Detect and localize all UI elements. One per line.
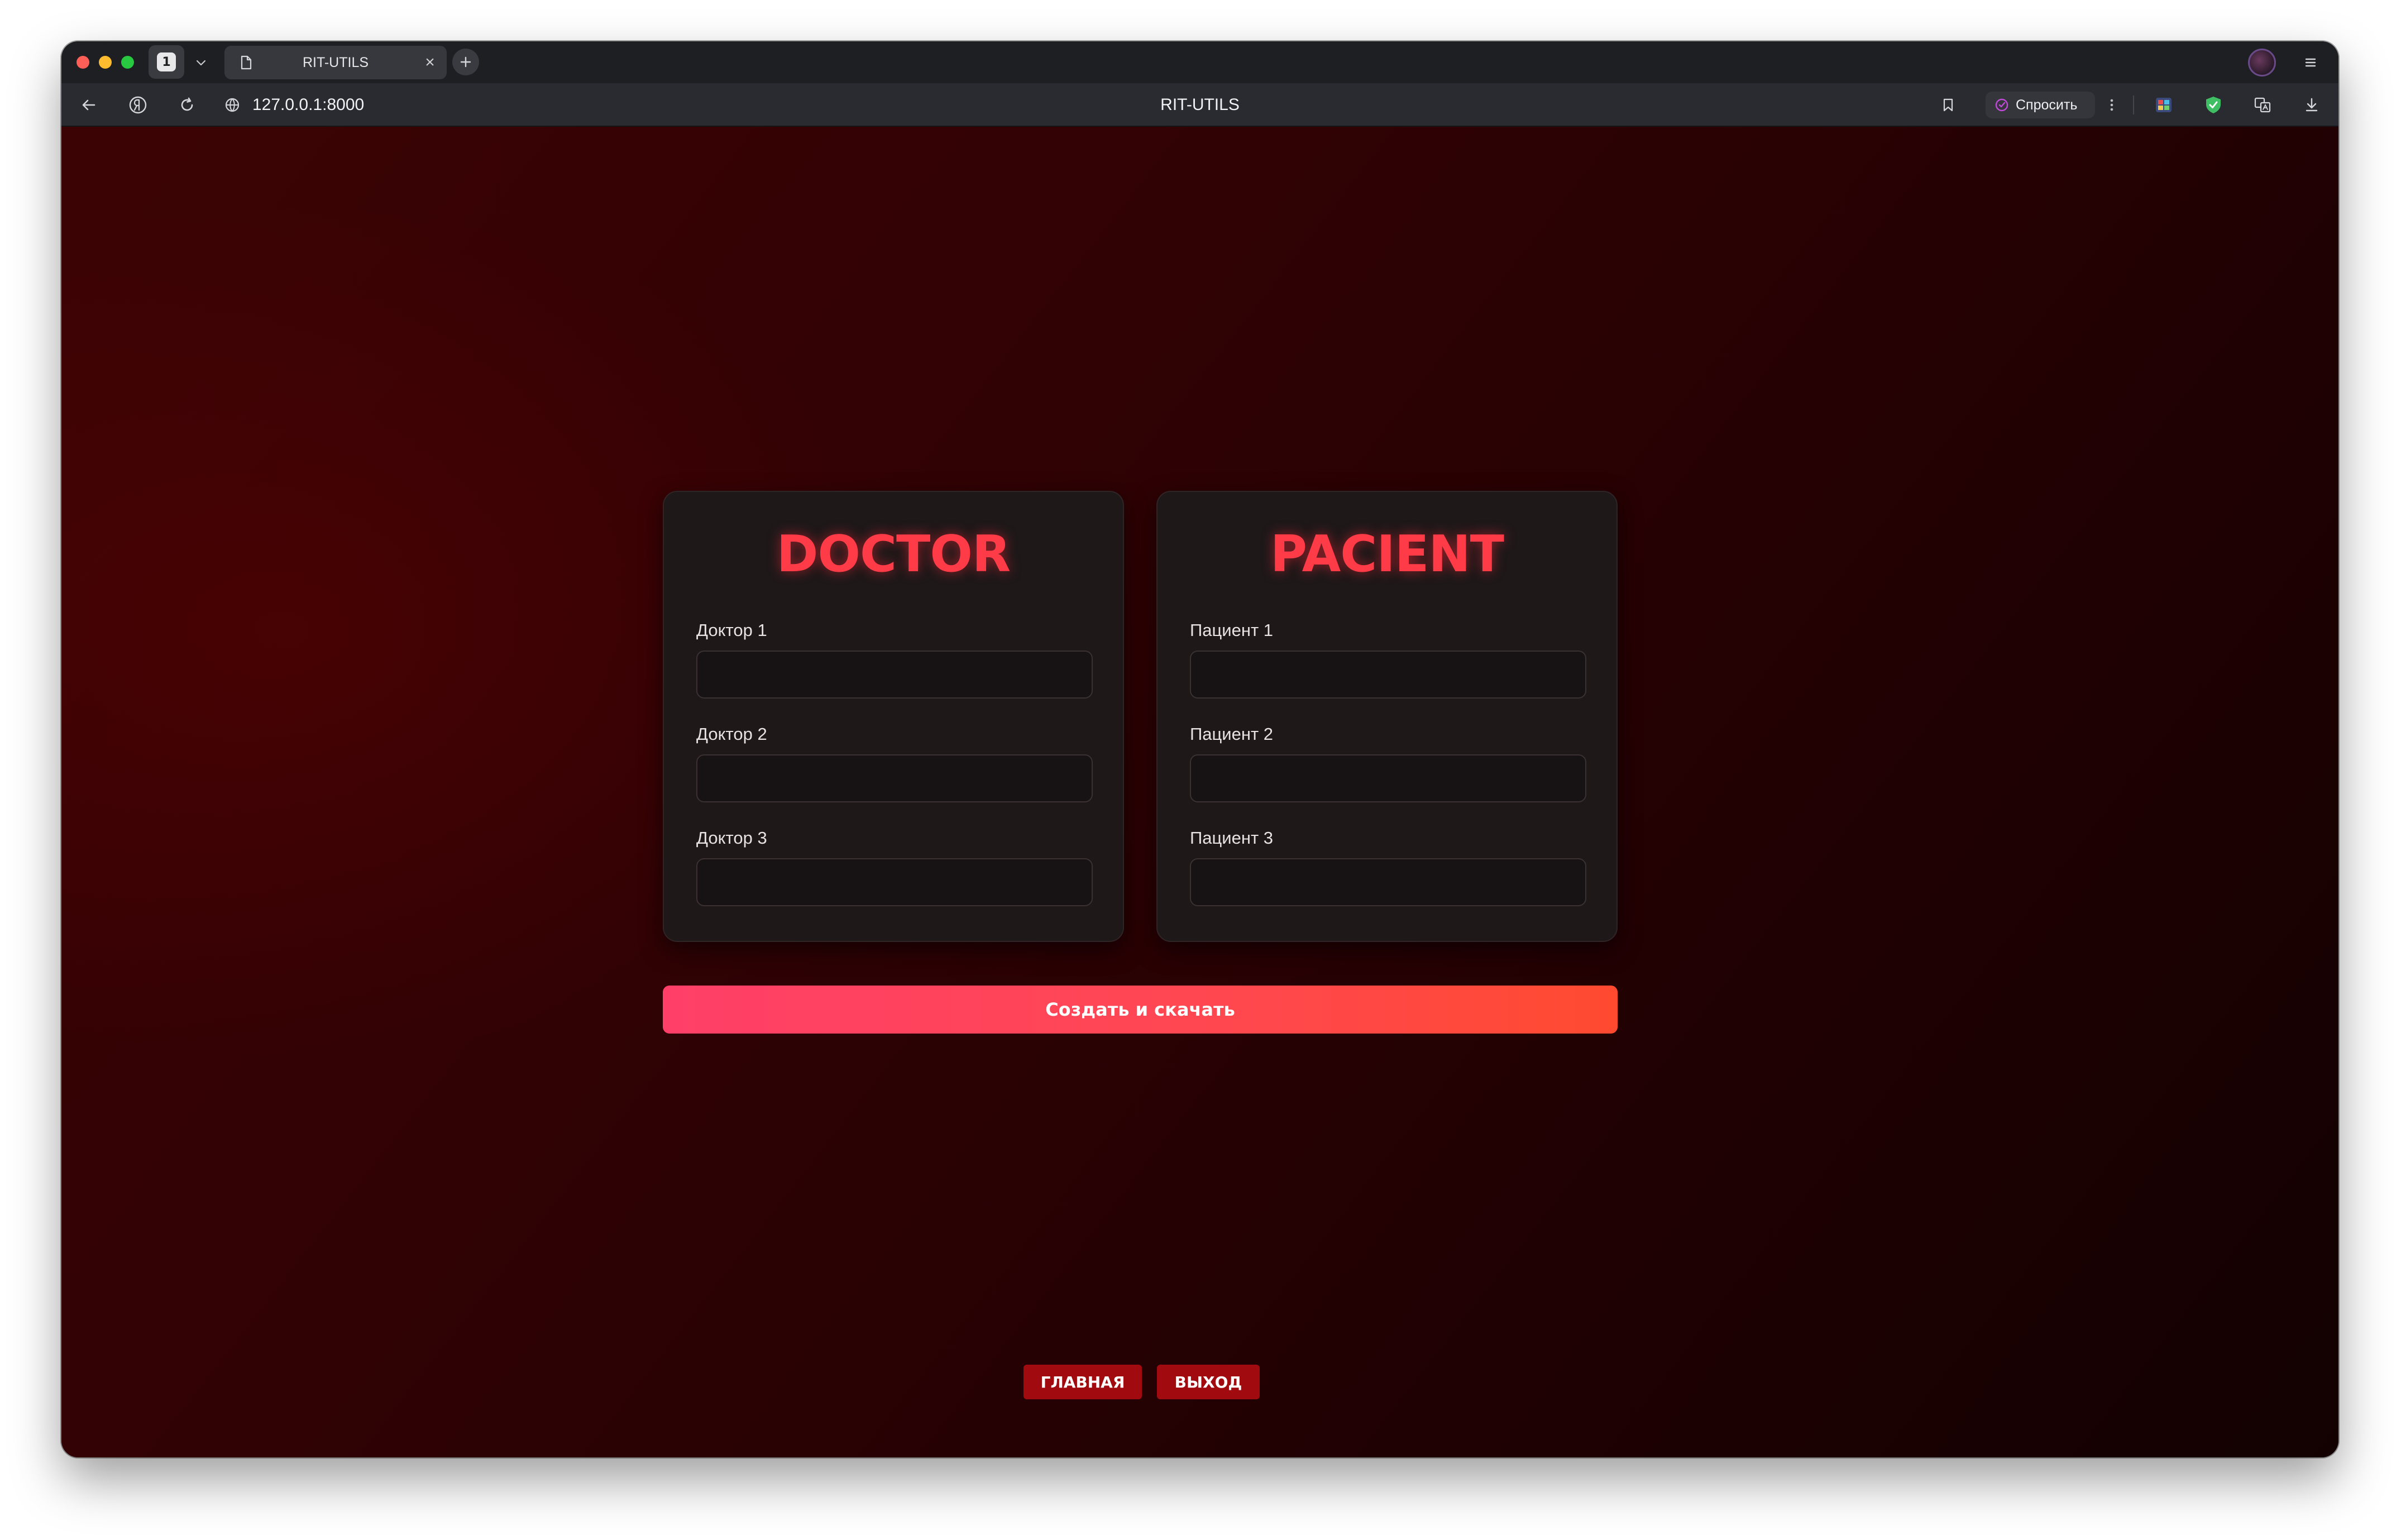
tab-strip: 1 RIT-UTILS × bbox=[61, 41, 2338, 83]
patient-1-input[interactable] bbox=[1190, 651, 1586, 699]
page-viewport: DOCTOR Доктор 1 Доктор 2 Доктор 3 PACIEN… bbox=[61, 127, 2338, 1457]
back-button[interactable] bbox=[76, 93, 101, 117]
doctor-card: DOCTOR Доктор 1 Доктор 2 Доктор 3 bbox=[663, 491, 1124, 942]
yandex-button[interactable] bbox=[126, 93, 150, 117]
protect-button[interactable] bbox=[2201, 93, 2226, 117]
patient-2-label: Пациент 2 bbox=[1190, 724, 1274, 744]
patient-3-input[interactable] bbox=[1190, 858, 1586, 906]
plus-icon bbox=[460, 56, 471, 68]
reload-button[interactable] bbox=[175, 93, 199, 117]
doctor-1-label: Доктор 1 bbox=[696, 620, 767, 640]
bookmark-icon bbox=[1943, 98, 1953, 112]
translate-button[interactable] bbox=[2250, 93, 2275, 117]
bookmark-button[interactable] bbox=[1936, 93, 1960, 117]
exit-button[interactable]: ВЫХОД bbox=[1157, 1365, 1260, 1399]
chevron-down-icon bbox=[196, 60, 206, 66]
ask-icon bbox=[1995, 98, 2008, 112]
more-vertical-icon bbox=[2110, 99, 2113, 111]
extension-button[interactable] bbox=[2151, 93, 2176, 117]
globe-icon bbox=[225, 98, 240, 112]
translate-icon bbox=[2254, 97, 2271, 113]
ask-button[interactable]: Спросить bbox=[1986, 92, 2095, 118]
site-info-button[interactable] bbox=[220, 93, 245, 117]
patient-3-label: Пациент 3 bbox=[1190, 828, 1274, 848]
doctor-2-input[interactable] bbox=[696, 754, 1093, 802]
tab-counter-button[interactable]: 1 bbox=[149, 45, 184, 79]
forms-row: DOCTOR Доктор 1 Доктор 2 Доктор 3 PACIEN… bbox=[663, 491, 1618, 943]
page-icon bbox=[241, 55, 252, 70]
tab-count: 1 bbox=[157, 52, 176, 71]
ask-label: Спросить bbox=[2016, 97, 2078, 113]
menu-icon bbox=[2305, 58, 2316, 67]
tab-list-button[interactable] bbox=[189, 50, 213, 75]
extension-icon bbox=[2156, 98, 2172, 112]
new-tab-button[interactable] bbox=[452, 49, 479, 75]
browser-window: 1 RIT-UTILS × 127.0.0.1:8000 RIT-UTILS С… bbox=[61, 41, 2338, 1457]
more-button[interactable] bbox=[2099, 93, 2124, 117]
close-window-button[interactable] bbox=[76, 56, 89, 69]
maximize-window-button[interactable] bbox=[121, 56, 134, 69]
profile-avatar[interactable] bbox=[2248, 49, 2276, 76]
patient-1-label: Пациент 1 bbox=[1190, 620, 1274, 640]
tab-title: RIT-UTILS bbox=[302, 55, 369, 70]
home-button[interactable]: ГЛАВНАЯ bbox=[1023, 1365, 1142, 1399]
doctor-heading: DOCTOR bbox=[776, 525, 1011, 584]
download-icon bbox=[2306, 98, 2318, 112]
address-bar[interactable]: 127.0.0.1:8000 bbox=[252, 83, 364, 127]
doctor-2-label: Доктор 2 bbox=[696, 724, 767, 744]
reload-icon bbox=[181, 97, 193, 111]
doctor-3-label: Доктор 3 bbox=[696, 828, 767, 848]
browser-tab[interactable]: RIT-UTILS × bbox=[224, 46, 447, 79]
create-and-download-button[interactable]: Создать и скачать bbox=[663, 986, 1618, 1034]
doctor-1-input[interactable] bbox=[696, 651, 1093, 699]
minimize-window-button[interactable] bbox=[99, 56, 112, 69]
patient-heading: PACIENT bbox=[1270, 525, 1504, 584]
shield-check-icon bbox=[2206, 97, 2221, 113]
browser-menu-button[interactable] bbox=[2298, 50, 2323, 75]
downloads-button[interactable] bbox=[2299, 93, 2324, 117]
toolbar-divider bbox=[2133, 95, 2134, 114]
doctor-3-input[interactable] bbox=[696, 858, 1093, 906]
arrow-left-icon bbox=[82, 99, 95, 111]
yandex-icon bbox=[129, 96, 147, 114]
address-toolbar: 127.0.0.1:8000 RIT-UTILS Спросить bbox=[61, 83, 2338, 127]
patient-card: PACIENT Пациент 1 Пациент 2 Пациент 3 bbox=[1156, 491, 1618, 942]
tab-close-button[interactable]: × bbox=[421, 54, 439, 71]
patient-2-input[interactable] bbox=[1190, 754, 1586, 802]
